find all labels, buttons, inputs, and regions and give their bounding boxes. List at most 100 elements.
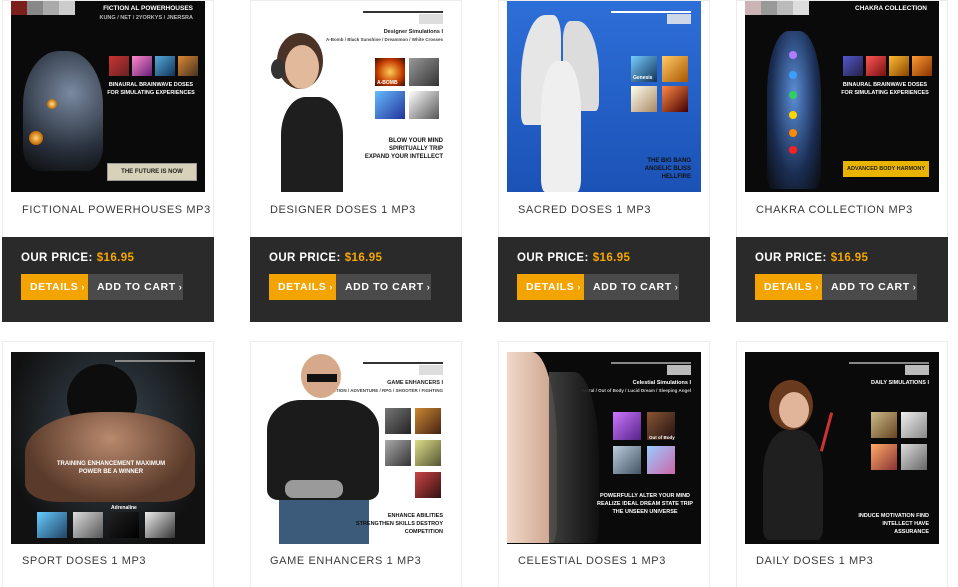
details-button[interactable]: DETAILS › [517,274,584,300]
thumb-body: BINAURAL BRAINWAVE DOSES FOR SIMULATING … [841,82,929,96]
add-to-cart-button[interactable]: ADD TO CART › [88,274,183,300]
album-icon [385,440,411,466]
product-image[interactable]: GAME ENHANCERS I ACTION / ADVENTURE / RP… [259,352,453,544]
thumb-body: BLOW YOUR MIND SPIRITUALLY TRIP EXPAND Y… [364,138,443,160]
color-swatches [745,1,809,15]
thumb-subheader: Celestial Simulations I [632,380,691,386]
album-icon [647,446,675,474]
woman-jacket [763,430,823,540]
product-image[interactable]: CHAKRA COLLECTION BINAURAL BRAINWAVE DOS… [745,1,939,192]
album-icon [912,56,932,76]
chakra-dot [789,146,797,154]
album-icon [871,444,897,470]
gamepad-icon [285,480,343,498]
thumb-header: FICTION AL POWERHOUSES [103,5,193,12]
product-title[interactable]: SPORT DOSES 1 MP3 [22,555,146,567]
price-value: $16.95 [592,252,631,264]
color-swatches [11,1,75,15]
product-card: TRAINING ENHANCEMENT MAXIMUM POWER BE A … [2,341,214,587]
details-button[interactable]: DETAILS › [755,274,822,300]
thumb-body: THE BIG BANG ANGELIC BLISS HELLFIRE [644,158,691,180]
thumb-badge: ADVANCED BODY HARMONY [843,161,929,177]
product-image[interactable]: DAILY SIMULATIONS I INDUCE MOTIVATION FI… [745,352,939,544]
price-bar: OUR PRICE: $16.95 DETAILS › ADD TO CART › [736,237,948,322]
chevron-right-icon: › [178,282,183,292]
thumb-body: ENHANCE ABILITIES STRENGTHEN SKILLS DEST… [355,513,443,535]
album-icon [843,56,863,76]
shadow-profile [549,372,599,543]
album-icon [871,412,897,438]
album-icon [132,56,152,76]
album-icon [73,512,103,538]
album-icon [375,91,405,119]
product-title[interactable]: DESIGNER DOSES 1 MP3 [270,204,416,216]
product-image[interactable]: Designer Simulations I A-Bomb / Black Su… [259,1,453,192]
product-title[interactable]: SACRED DOSES 1 MP3 [518,204,651,216]
woman-face [285,45,319,89]
album-label: Adrenaline [111,505,137,511]
thumb-body: BINAURAL BRAINWAVE DOSES FOR SIMULATING … [107,82,195,96]
details-button[interactable]: DETAILS › [21,274,88,300]
woman-face [779,392,809,428]
thumb-subheader-2: Astral / Out of Body / Lucid Dream / Sle… [581,388,691,393]
album-icon [178,56,198,76]
product-title[interactable]: GAME ENHANCERS 1 MP3 [270,555,421,567]
price-line: OUR PRICE: $16.95 [269,252,382,264]
add-to-cart-button[interactable]: ADD TO CART › [584,274,679,300]
album-icon [901,444,927,470]
details-label: DETAILS [30,281,79,293]
athlete-body [25,412,195,502]
album-label: A-BOMB [377,80,398,86]
product-card: Designer Simulations I A-Bomb / Black Su… [250,0,462,322]
chakra-dot [789,71,797,79]
chevron-right-icon: › [815,282,819,292]
header-box [667,365,691,375]
price-label: OUR PRICE: [517,252,589,264]
header-box [667,14,691,24]
cart-label: ADD TO CART [97,281,176,293]
header-line [611,11,691,13]
product-image[interactable]: Celestial Simulations I Astral / Out of … [507,352,701,544]
add-to-cart-button[interactable]: ADD TO CART › [822,274,917,300]
album-label: Genesis [633,75,653,81]
product-image[interactable]: Genesis THE BIG BANG ANGELIC BLISS HELLF… [507,1,701,192]
product-title[interactable]: CHAKRA COLLECTION MP3 [756,204,913,216]
chevron-right-icon: › [912,282,917,292]
thumb-body: POWERFULLY ALTER YOUR MIND REALIZE IDEAL… [597,493,693,515]
price-line: OUR PRICE: $16.95 [21,252,134,264]
price-value: $16.95 [96,252,135,264]
album-icon [889,56,909,76]
product-card: Genesis THE BIG BANG ANGELIC BLISS HELLF… [498,0,710,322]
add-to-cart-button[interactable]: ADD TO CART › [336,274,431,300]
wand [819,412,834,452]
product-title[interactable]: FICTIONAL POWERHOUSES MP3 [22,204,211,216]
headphone-icon [271,59,285,79]
glow-orb [29,131,43,145]
chevron-right-icon: › [674,282,679,292]
product-image[interactable]: FICTION AL POWERHOUSES KUNG / NET / 2YOR… [11,1,205,192]
details-button[interactable]: DETAILS › [269,274,336,300]
thumb-subheader: DAILY SIMULATIONS I [871,380,929,386]
album-icon [613,412,641,440]
product-title[interactable]: CELESTIAL DOSES 1 MP3 [518,555,666,567]
album-icon [409,91,439,119]
price-bar: OUR PRICE: $16.95 DETAILS › ADD TO CART › [2,237,214,322]
album-icon [613,446,641,474]
product-card: FICTION AL POWERHOUSES KUNG / NET / 2YOR… [2,0,214,322]
album-icon [662,86,688,112]
glow-orb [47,99,57,109]
thumb-subheader: GAME ENHANCERS I [387,380,443,386]
product-title[interactable]: DAILY DOSES 1 MP3 [756,555,873,567]
product-image[interactable]: TRAINING ENHANCEMENT MAXIMUM POWER BE A … [11,352,205,544]
chakra-dot [789,51,797,59]
album-icon [866,56,886,76]
price-value: $16.95 [344,252,383,264]
header-box [419,365,443,375]
header-box [419,14,443,24]
cart-label: ADD TO CART [831,281,910,293]
thumb-body: INDUCE MOTIVATION FIND INTELLECT HAVE AS… [858,513,929,535]
cart-label: ADD TO CART [345,281,424,293]
robot-figure [23,51,103,171]
chevron-right-icon: › [329,282,333,292]
album-icon [37,512,67,538]
